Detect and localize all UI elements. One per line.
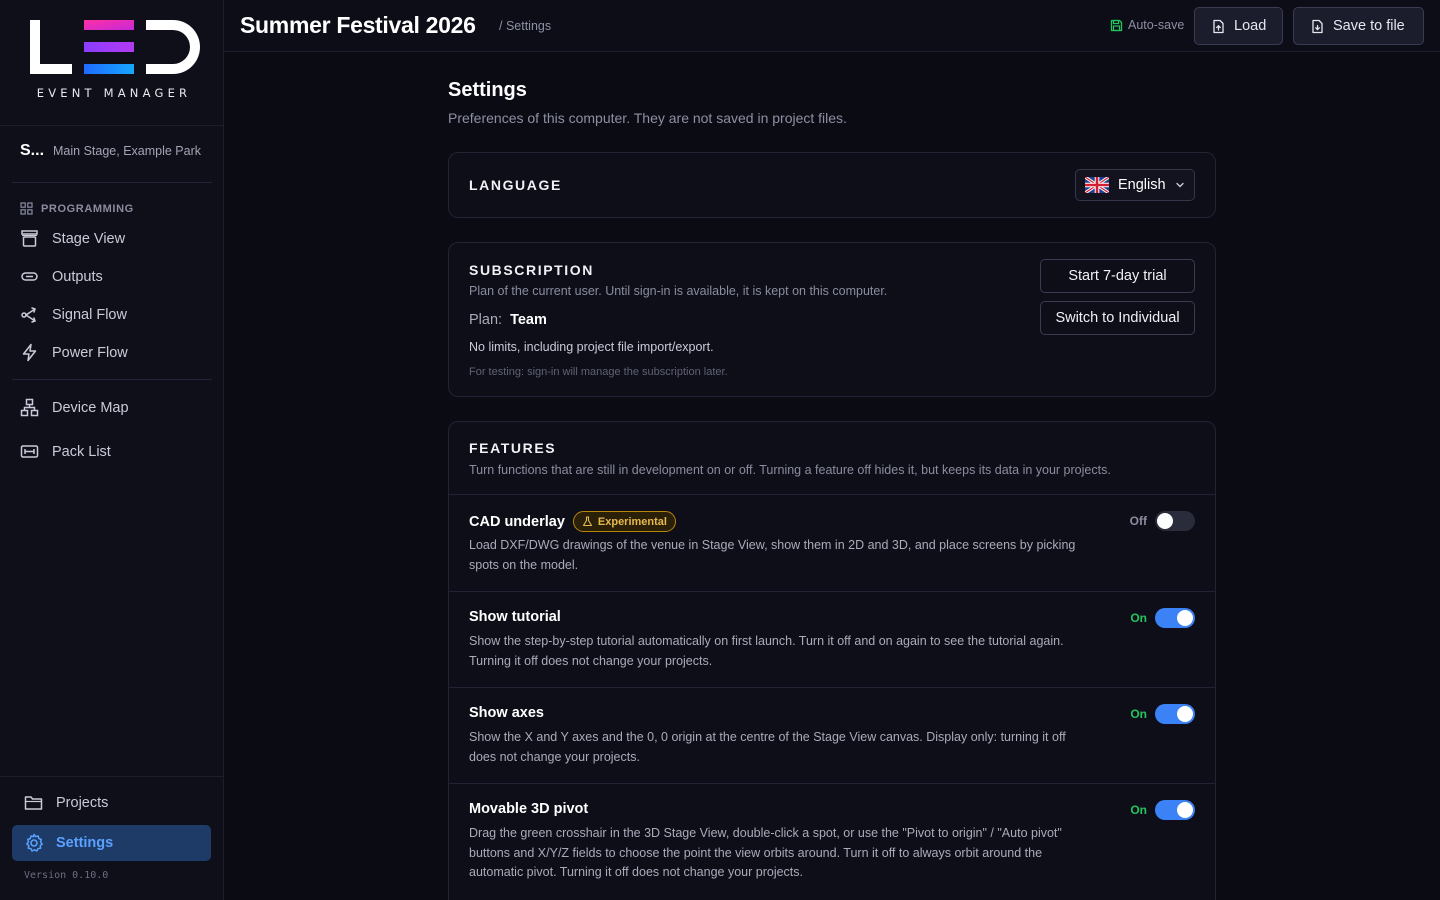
features-card: FEATURES Turn functions that are still i… [448, 421, 1216, 900]
feature-title: Show axes [469, 705, 544, 721]
toggle-knob [1177, 706, 1193, 722]
subscription-card: SUBSCRIPTION Plan of the current user. U… [448, 242, 1216, 397]
project-summary[interactable]: S... Main Stage, Example Park [20, 142, 210, 160]
chevron-down-icon [1176, 182, 1184, 188]
led-logo-icon [30, 20, 200, 74]
file-upload-icon [1213, 19, 1224, 33]
feature-row-movable-3d-pivot: Movable 3D pivot Drag the green crosshai… [449, 783, 1215, 900]
language-select[interactable]: English [1075, 169, 1195, 201]
language-value: English [1118, 177, 1166, 193]
start-trial-button[interactable]: Start 7-day trial [1040, 259, 1195, 293]
gear-icon [26, 833, 43, 852]
movable-pivot-toggle[interactable] [1155, 800, 1195, 820]
features-title: FEATURES [469, 440, 557, 456]
sidebar-item-pack-list[interactable]: Pack List [20, 442, 111, 461]
feature-toggle-group: On [1130, 704, 1195, 724]
file-download-icon [1312, 19, 1323, 33]
sidebar-item-power-flow[interactable]: Power Flow [20, 343, 128, 362]
subscription-title: SUBSCRIPTION [469, 262, 594, 278]
pack-list-icon [20, 445, 39, 458]
sidebar-item-settings[interactable]: Settings [12, 825, 211, 861]
stage-icon [21, 230, 38, 247]
folder-icon [24, 796, 43, 810]
sidebar-item-projects[interactable]: Projects [24, 793, 108, 812]
feature-row-show-tutorial: Show tutorial Show the step-by-step tuto… [449, 591, 1215, 687]
feature-title: Movable 3D pivot [469, 801, 589, 817]
divider [12, 379, 212, 380]
uk-flag-icon [1085, 177, 1109, 193]
experimental-badge: Experimental [572, 511, 676, 532]
language-card: LANGUAGE English [448, 152, 1216, 218]
feature-description: Show the X and Y axes and the 0, 0 origi… [469, 730, 1066, 764]
page-title: Settings [448, 79, 527, 101]
language-title: LANGUAGE [469, 177, 562, 193]
toggle-state-label: On [1130, 803, 1147, 817]
feature-description: Show the step-by-step tutorial automatic… [469, 634, 1064, 668]
output-icon [21, 272, 38, 281]
plan-value: Team [510, 312, 547, 328]
grid-icon [20, 202, 33, 215]
save-to-file-button[interactable]: Save to file [1293, 7, 1424, 45]
project-name: S... [20, 142, 45, 159]
divider [12, 182, 212, 183]
feature-row-cad-underlay: CAD underlay Experimental Load DXF/DWG d… [449, 494, 1215, 591]
app-logo[interactable]: EVENT MANAGER [0, 0, 223, 126]
plan-label: Plan: [469, 312, 503, 328]
feature-toggle-group: Off [1130, 511, 1195, 531]
toggle-state-label: Off [1129, 514, 1147, 528]
show-axes-toggle[interactable] [1155, 704, 1195, 724]
toggle-knob [1157, 513, 1173, 529]
feature-toggle-group: On [1130, 608, 1195, 628]
feature-description: Load DXF/DWG drawings of the venue in St… [469, 538, 1076, 572]
signal-flow-icon [21, 307, 36, 323]
flask-icon [582, 516, 592, 527]
sidebar-item-signal-flow[interactable]: Signal Flow [20, 305, 127, 324]
breadcrumb: / Settings [499, 19, 552, 33]
sidebar-item-stage-view[interactable]: Stage View [20, 229, 125, 248]
divider [0, 776, 223, 777]
feature-description: Drag the green crosshair in the 3D Stage… [469, 826, 1062, 879]
testing-note: For testing: sign-in will manage the sub… [469, 366, 728, 378]
switch-plan-button[interactable]: Switch to Individual [1040, 301, 1195, 335]
sidebar-item-device-map[interactable]: Device Map [20, 398, 129, 417]
plan-note: No limits, including project file import… [469, 340, 714, 354]
feature-title: Show tutorial [469, 609, 561, 625]
feature-row-show-axes: Show axes Show the X and Y axes and the … [449, 687, 1215, 783]
toggle-state-label: On [1130, 707, 1147, 721]
load-button[interactable]: Load [1194, 7, 1284, 45]
lightning-icon [22, 343, 37, 362]
app-version: Version 0.10.0 [24, 870, 109, 881]
cad-underlay-toggle[interactable] [1155, 511, 1195, 531]
section-label-programming: PROGRAMMING [20, 202, 134, 215]
logo-subtitle: EVENT MANAGER [36, 86, 192, 100]
toggle-state-label: On [1130, 611, 1147, 625]
subscription-description: Plan of the current user. Until sign-in … [469, 284, 888, 298]
feature-toggle-group: On [1130, 800, 1195, 820]
project-location: Main Stage, Example Park [53, 144, 202, 158]
save-icon [1110, 19, 1123, 31]
sidebar-item-outputs[interactable]: Outputs [20, 267, 103, 286]
toggle-knob [1177, 610, 1193, 626]
feature-title: CAD underlay Experimental [469, 511, 676, 532]
autosave-indicator[interactable]: Auto-save [1110, 18, 1184, 32]
plan-row: Plan: Team [469, 312, 547, 328]
show-tutorial-toggle[interactable] [1155, 608, 1195, 628]
features-description: Turn functions that are still in develop… [469, 463, 1111, 477]
top-bar: Summer Festival 2026 / Settings Auto-sav… [224, 0, 1440, 52]
toggle-knob [1177, 802, 1193, 818]
sidebar: EVENT MANAGER S... Main Stage, Example P… [0, 0, 224, 900]
page-subtitle: Preferences of this computer. They are n… [448, 110, 847, 126]
project-title: Summer Festival 2026 [240, 12, 476, 38]
device-map-icon [20, 398, 39, 417]
